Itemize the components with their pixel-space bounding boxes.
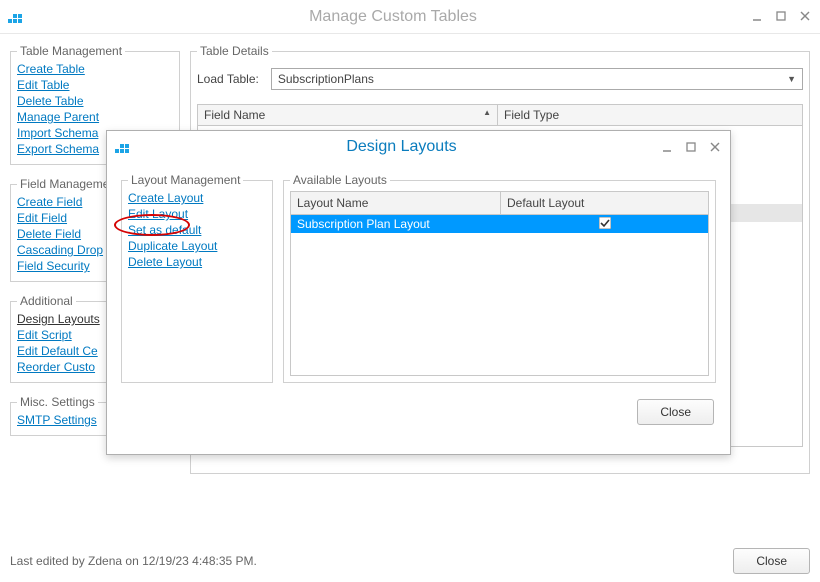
layout-name-cell: Subscription Plan Layout	[291, 216, 501, 232]
status-bar: Last edited by Zdena on 12/19/23 4:48:35…	[10, 548, 810, 574]
group-layout-management: Layout Management Create Layout Edit Lay…	[121, 173, 273, 383]
minimize-icon[interactable]	[660, 140, 674, 154]
col-layout-name: Layout Name	[291, 192, 501, 214]
close-main-button[interactable]: Close	[733, 548, 810, 574]
close-icon[interactable]	[708, 140, 722, 154]
link-set-as-default[interactable]: Set as default	[128, 223, 266, 237]
close-modal-button[interactable]: Close	[637, 399, 714, 425]
chevron-down-icon: ▼	[787, 74, 796, 84]
link-delete-table[interactable]: Delete Table	[17, 94, 173, 108]
selected-table: SubscriptionPlans	[278, 72, 374, 86]
link-manage-parent[interactable]: Manage Parent	[17, 110, 173, 124]
app-icon	[115, 141, 131, 153]
load-table-label: Load Table:	[197, 72, 259, 86]
sort-asc-icon: ▲	[483, 108, 491, 122]
layouts-grid[interactable]: Layout Name Default Layout Subscription …	[290, 191, 709, 376]
group-legend: Layout Management	[128, 173, 243, 187]
col-default-layout: Default Layout	[501, 192, 708, 214]
status-text: Last edited by Zdena on 12/19/23 4:48:35…	[10, 554, 257, 568]
link-edit-table[interactable]: Edit Table	[17, 78, 173, 92]
col-field-name: Field Name	[204, 108, 265, 122]
group-legend: Table Management	[17, 44, 125, 58]
group-available-layouts: Available Layouts Layout Name Default La…	[283, 173, 716, 383]
layout-row[interactable]: Subscription Plan Layout	[291, 215, 708, 233]
app-icon	[8, 11, 24, 23]
group-legend: Misc. Settings	[17, 395, 98, 409]
checkmark-icon	[599, 218, 611, 232]
group-legend: Table Details	[197, 44, 272, 58]
link-duplicate-layout[interactable]: Duplicate Layout	[128, 239, 266, 253]
maximize-icon[interactable]	[774, 10, 788, 24]
load-table-select[interactable]: SubscriptionPlans ▼	[271, 68, 803, 90]
col-field-type: Field Type	[498, 105, 802, 125]
design-layouts-modal: Design Layouts Layout Management Create …	[106, 130, 731, 455]
link-edit-layout[interactable]: Edit Layout	[128, 207, 266, 221]
main-titlebar: Manage Custom Tables	[0, 0, 820, 34]
link-delete-layout[interactable]: Delete Layout	[128, 255, 266, 269]
group-legend: Available Layouts	[290, 173, 390, 187]
modal-title: Design Layouts	[143, 138, 660, 156]
maximize-icon[interactable]	[684, 140, 698, 154]
main-window-title: Manage Custom Tables	[36, 8, 750, 26]
minimize-icon[interactable]	[750, 10, 764, 24]
close-icon[interactable]	[798, 10, 812, 24]
group-legend: Additional	[17, 294, 76, 308]
link-create-table[interactable]: Create Table	[17, 62, 173, 76]
link-create-layout[interactable]: Create Layout	[128, 191, 266, 205]
